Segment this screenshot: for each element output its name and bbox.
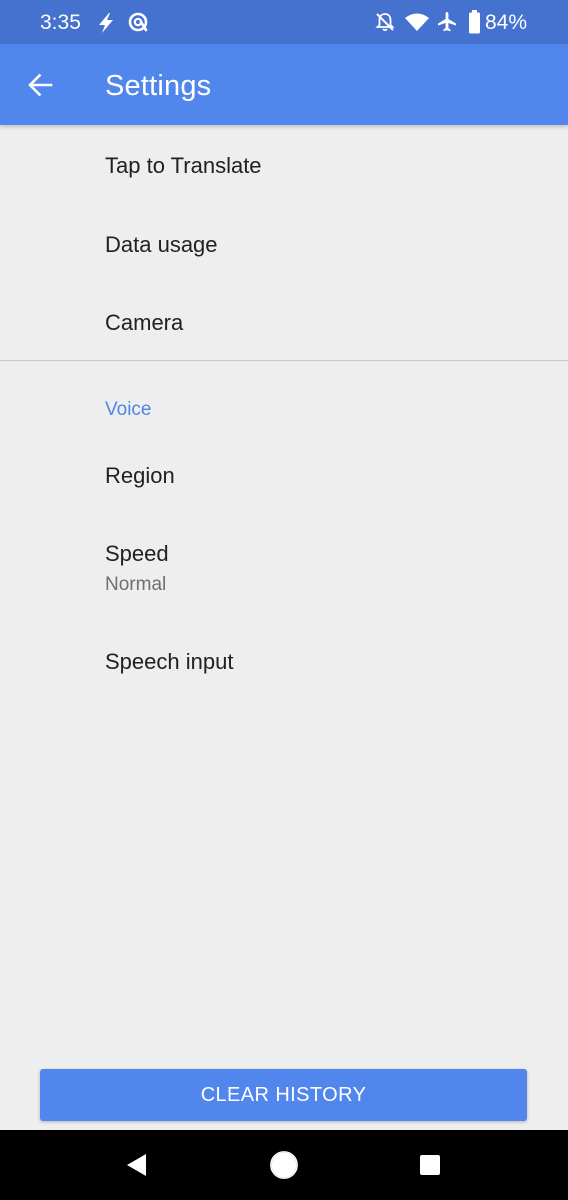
status-bar: 3:35 84%: [0, 0, 568, 44]
navigation-bar: [0, 1130, 568, 1200]
settings-item-camera[interactable]: Camera: [0, 283, 568, 359]
arrow-back-icon: [28, 73, 53, 97]
data-saver-icon: [128, 12, 148, 32]
recents-square-icon: [420, 1155, 440, 1175]
settings-item-label: Data usage: [105, 232, 218, 257]
settings-item-tap-to-translate[interactable]: Tap to Translate: [0, 127, 568, 203]
wifi-icon: [405, 13, 429, 31]
battery-icon: [469, 10, 480, 34]
settings-item-label: Region: [105, 463, 175, 488]
nav-back-button[interactable]: [118, 1147, 154, 1183]
settings-item-speed[interactable]: Speed Normal: [0, 516, 568, 612]
nav-recents-button[interactable]: [412, 1147, 448, 1183]
settings-item-summary: Normal: [105, 574, 167, 595]
settings-item-label: Speech input: [105, 649, 234, 674]
back-button[interactable]: [18, 63, 62, 107]
page-title: Settings: [105, 70, 212, 102]
clear-history-button[interactable]: CLEAR HISTORY: [40, 1069, 527, 1121]
settings-item-region[interactable]: Region: [0, 438, 568, 514]
app-bar: Settings: [0, 44, 568, 125]
status-time: 3:35: [40, 11, 81, 34]
nav-home-button[interactable]: [266, 1147, 302, 1183]
battery-percentage: 84%: [485, 11, 528, 34]
home-circle-icon: [270, 1151, 298, 1179]
settings-item-data-usage[interactable]: Data usage: [0, 205, 568, 281]
back-triangle-icon: [127, 1154, 146, 1176]
section-header-voice: Voice: [105, 399, 152, 420]
settings-item-label: Tap to Translate: [105, 153, 262, 178]
notifications-off-icon: [375, 13, 395, 32]
flash-icon: [99, 13, 113, 33]
settings-item-label: Speed: [105, 541, 169, 566]
settings-item-speech-input[interactable]: Speech input: [0, 622, 568, 698]
settings-item-label: Camera: [105, 310, 184, 335]
section-divider: [0, 360, 568, 361]
airplane-mode-icon: [438, 12, 456, 32]
